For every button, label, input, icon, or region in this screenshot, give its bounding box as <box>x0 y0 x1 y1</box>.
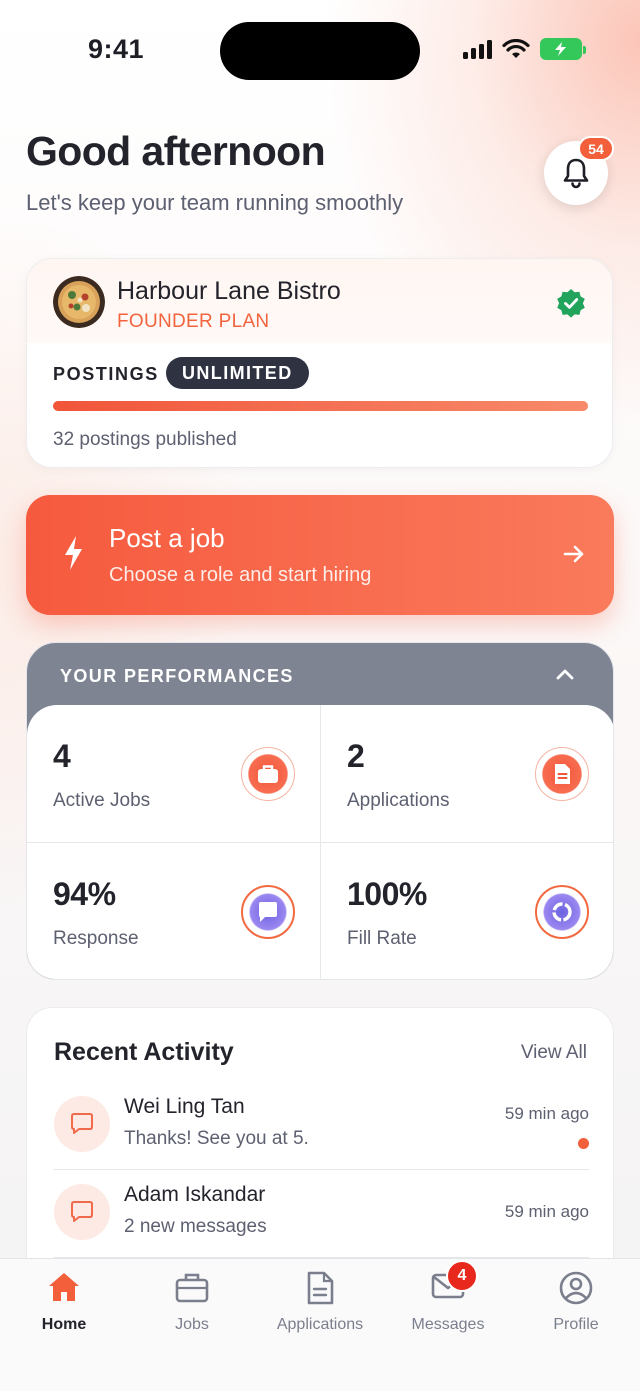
messages-badge: 4 <box>446 1260 478 1292</box>
business-plan: FOUNDER PLAN <box>117 311 270 332</box>
activity-item[interactable]: Adam Iskandar 2 new messages 59 min ago <box>54 1170 589 1258</box>
tab-home[interactable]: Home <box>0 1259 128 1359</box>
document-icon <box>307 1271 334 1305</box>
notifications-badge: 54 <box>578 136 614 161</box>
stat-value: 100% <box>347 876 427 912</box>
stat-label: Response <box>53 928 139 949</box>
greeting-subtitle: Let's keep your team running smoothly <box>26 190 404 215</box>
activity-name: Adam Iskandar <box>124 1183 266 1206</box>
wifi-icon <box>502 39 530 58</box>
stat-label: Applications <box>347 790 450 811</box>
activity-message: Thanks! See you at 5. <box>124 1128 309 1149</box>
lightning-icon <box>65 536 82 570</box>
stat-active-jobs[interactable]: 4 Active Jobs <box>27 705 321 843</box>
activity-time: 59 min ago <box>504 1202 589 1221</box>
unread-dot <box>578 1138 589 1149</box>
postings-published: 32 postings published <box>53 429 237 450</box>
tab-label: Home <box>41 1316 87 1333</box>
stat-value: 2 <box>347 738 365 774</box>
stat-label: Active Jobs <box>53 790 151 811</box>
tab-bar: Home Jobs Applications Messages Profile <box>0 1258 640 1391</box>
activity-time: 59 min ago <box>504 1104 589 1123</box>
grid-divider-horizontal <box>27 842 613 843</box>
status-time: 9:41 <box>88 34 145 64</box>
briefcase-icon <box>241 747 295 801</box>
tab-jobs[interactable]: Jobs <box>128 1259 256 1359</box>
activity-message: 2 new messages <box>124 1216 267 1237</box>
tab-label: Profile <box>553 1316 599 1333</box>
document-icon <box>535 747 589 801</box>
cycle-icon <box>535 885 589 939</box>
post-job-title: Post a job <box>109 523 225 553</box>
business-header: Harbour Lane Bistro FOUNDER PLAN <box>27 259 612 343</box>
cellular-signal-icon <box>463 39 492 59</box>
briefcase-icon <box>175 1273 209 1303</box>
tab-label: Messages <box>411 1316 485 1333</box>
home-icon <box>49 1273 79 1301</box>
postings-limit-pill: UNLIMITED <box>166 357 309 389</box>
recent-activity-title: Recent Activity <box>54 1038 234 1066</box>
stat-value: 94% <box>53 876 116 912</box>
activity-name: Wei Ling Tan <box>124 1095 245 1118</box>
performance-grid: 4 Active Jobs 2 Applications 94% Respons… <box>27 705 613 979</box>
performance-panel: YOUR PERFORMANCES 4 Active Jobs 2 Applic… <box>26 642 614 980</box>
message-icon <box>54 1184 110 1240</box>
tab-label: Jobs <box>175 1316 209 1333</box>
business-name: Harbour Lane Bistro <box>117 277 341 305</box>
view-all-link[interactable]: View All <box>521 1042 587 1064</box>
stat-label: Fill Rate <box>347 928 417 949</box>
postings-progress-bar <box>53 401 588 411</box>
tab-profile[interactable]: Profile <box>512 1259 640 1359</box>
stat-response[interactable]: 94% Response <box>27 843 321 979</box>
arrow-right-icon <box>563 545 584 563</box>
stat-value: 4 <box>53 738 71 774</box>
stat-applications[interactable]: 2 Applications <box>321 705 613 843</box>
chat-icon <box>241 885 295 939</box>
business-avatar <box>53 276 105 328</box>
stat-fill-rate[interactable]: 100% Fill Rate <box>321 843 613 979</box>
post-job-subtitle: Choose a role and start hiring <box>109 564 372 586</box>
greeting-title: Good afternoon <box>26 128 326 174</box>
chevron-up-icon[interactable] <box>555 667 575 681</box>
post-job-button[interactable]: Post a job Choose a role and start hirin… <box>26 495 614 615</box>
activity-item[interactable]: Wei Ling Tan Thanks! See you at 5. 59 mi… <box>54 1082 589 1170</box>
tab-applications[interactable]: Applications <box>256 1259 384 1359</box>
message-icon <box>54 1096 110 1152</box>
dynamic-island <box>220 22 420 80</box>
postings-progress-fill <box>53 401 588 411</box>
bell-icon <box>563 158 589 189</box>
business-card[interactable]: Harbour Lane Bistro FOUNDER PLAN POSTING… <box>26 258 613 468</box>
verified-badge-icon <box>557 289 585 318</box>
performance-title: YOUR PERFORMANCES <box>60 666 294 686</box>
postings-label: POSTINGS <box>53 364 159 384</box>
profile-icon <box>559 1271 593 1305</box>
status-icons <box>463 38 586 60</box>
tab-label: Applications <box>276 1316 364 1333</box>
battery-icon <box>540 38 586 60</box>
